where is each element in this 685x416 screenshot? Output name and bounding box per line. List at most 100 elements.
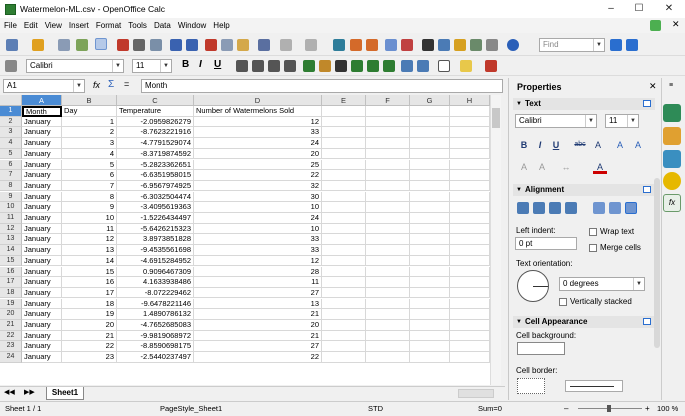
empty-cell[interactable]	[366, 170, 410, 181]
vertical-scrollbar[interactable]	[490, 95, 501, 385]
empty-cell[interactable]	[450, 287, 490, 299]
empty-cell[interactable]	[410, 309, 450, 320]
delete-decimal-icon[interactable]	[383, 60, 395, 72]
table-cell[interactable]: January	[22, 138, 62, 149]
merge-cells-icon[interactable]	[303, 60, 315, 72]
properties-tab-icon[interactable]	[663, 104, 681, 122]
font-color-icon[interactable]	[485, 60, 497, 72]
empty-cell[interactable]	[322, 180, 366, 192]
table-cell[interactable]: -9.6478221146	[117, 298, 194, 310]
row-header[interactable]: 9	[0, 191, 22, 203]
row-header[interactable]: 5	[0, 148, 22, 160]
sidebar-font-color-icon[interactable]: A	[593, 160, 607, 174]
empty-cell[interactable]	[322, 202, 366, 213]
vertically-stacked-checkbox[interactable]	[559, 298, 567, 306]
next-sheet-icon[interactable]: ▶▶	[24, 388, 35, 396]
empty-cell[interactable]	[450, 191, 490, 203]
row-header[interactable]: 16	[0, 266, 22, 277]
table-cell[interactable]: 10	[62, 213, 117, 224]
empty-cell[interactable]	[366, 287, 410, 299]
empty-cell[interactable]	[450, 309, 490, 320]
table-cell[interactable]: January	[22, 266, 62, 277]
empty-cell[interactable]	[410, 298, 450, 310]
header-cell[interactable]: Number of Watermelons Sold	[194, 106, 322, 117]
empty-cell[interactable]	[450, 159, 490, 170]
table-cell[interactable]: 30	[194, 191, 322, 203]
new-icon[interactable]	[6, 39, 18, 51]
hyperlink-icon[interactable]	[333, 39, 345, 51]
table-cell[interactable]: January	[22, 202, 62, 213]
table-cell[interactable]: January	[22, 159, 62, 170]
more-options-icon[interactable]	[643, 186, 651, 193]
table-cell[interactable]: -6.6351958015	[117, 170, 194, 181]
table-cell[interactable]: 22	[62, 341, 117, 352]
row-header[interactable]: 6	[0, 159, 22, 170]
table-cell[interactable]: 1.4890786132	[117, 309, 194, 320]
menu-data[interactable]: Data	[154, 21, 171, 30]
table-cell[interactable]: 11	[194, 277, 322, 288]
table-cell[interactable]: January	[22, 213, 62, 224]
export-pdf-icon[interactable]	[117, 39, 129, 51]
table-cell[interactable]: January	[22, 127, 62, 138]
empty-cell[interactable]	[450, 266, 490, 277]
table-cell[interactable]: -5.2823362651	[117, 159, 194, 170]
add-decimal-icon[interactable]	[367, 60, 379, 72]
table-cell[interactable]: 33	[194, 245, 322, 256]
align-center-icon[interactable]	[252, 60, 264, 72]
sidebar-justify-icon[interactable]	[565, 202, 577, 214]
empty-cell[interactable]	[410, 116, 450, 128]
orientation-dial[interactable]	[517, 270, 549, 302]
menu-file[interactable]: File	[4, 21, 17, 30]
table-cell[interactable]: -6.3032504474	[117, 191, 194, 203]
table-cell[interactable]: 12	[194, 255, 322, 267]
styles-tab-icon[interactable]	[663, 127, 681, 145]
grow-font-icon[interactable]: A	[613, 138, 627, 152]
functions-tab-icon[interactable]: fx	[663, 194, 681, 212]
empty-cell[interactable]	[450, 180, 490, 192]
empty-cell[interactable]	[322, 255, 366, 267]
function-wizard-icon[interactable]: fx	[93, 80, 100, 90]
table-cell[interactable]: 10	[194, 223, 322, 235]
column-header-e[interactable]: E	[322, 95, 366, 106]
cell-appearance-section-header[interactable]: ▼ Cell Appearance	[513, 316, 655, 328]
empty-cell[interactable]	[450, 127, 490, 138]
table-cell[interactable]: 20	[62, 320, 117, 331]
table-cell[interactable]: 6	[62, 170, 117, 181]
empty-cell[interactable]	[410, 148, 450, 160]
open-icon[interactable]	[32, 39, 44, 51]
decrease-indent-icon[interactable]	[401, 60, 413, 72]
empty-cell[interactable]	[450, 202, 490, 213]
empty-cell[interactable]	[410, 245, 450, 256]
table-cell[interactable]: 8	[62, 191, 117, 203]
row-header[interactable]: 3	[0, 127, 22, 138]
sidebar-font-name[interactable]: Calibri ▼	[515, 114, 597, 128]
table-cell[interactable]: 17	[62, 287, 117, 299]
close-document-icon[interactable]: ✕	[672, 19, 680, 30]
left-indent-field[interactable]: 0 pt	[515, 237, 577, 250]
empty-cell[interactable]	[410, 127, 450, 138]
empty-cell[interactable]	[410, 330, 450, 342]
table-cell[interactable]: 3.8973851828	[117, 234, 194, 245]
align-bottom-icon[interactable]	[625, 202, 637, 214]
table-cell[interactable]: 18	[62, 298, 117, 310]
sidebar-bold-button[interactable]: B	[517, 138, 531, 152]
sidebar-size-dropdown-icon[interactable]: ▼	[627, 115, 638, 127]
zoom-icon[interactable]	[486, 39, 498, 51]
table-cell[interactable]: -8.7623221916	[117, 127, 194, 138]
row-header[interactable]: 12	[0, 223, 22, 235]
justify-icon[interactable]	[284, 60, 296, 72]
empty-cell[interactable]	[450, 330, 490, 342]
empty-cell[interactable]	[366, 266, 410, 277]
empty-cell[interactable]	[322, 330, 366, 342]
table-cell[interactable]: 21	[194, 330, 322, 342]
line-style-picker[interactable]	[565, 380, 623, 392]
empty-cell[interactable]	[450, 213, 490, 224]
wrap-text-checkbox[interactable]	[589, 228, 597, 236]
table-cell[interactable]: -4.7791529074	[117, 138, 194, 149]
table-cell[interactable]: January	[22, 352, 62, 363]
table-cell[interactable]: -9.4535561698	[117, 245, 194, 256]
row-header[interactable]: 18	[0, 287, 22, 299]
save-icon[interactable]	[58, 39, 70, 51]
edit-mode-icon[interactable]	[95, 38, 107, 50]
empty-cell[interactable]	[366, 191, 410, 203]
